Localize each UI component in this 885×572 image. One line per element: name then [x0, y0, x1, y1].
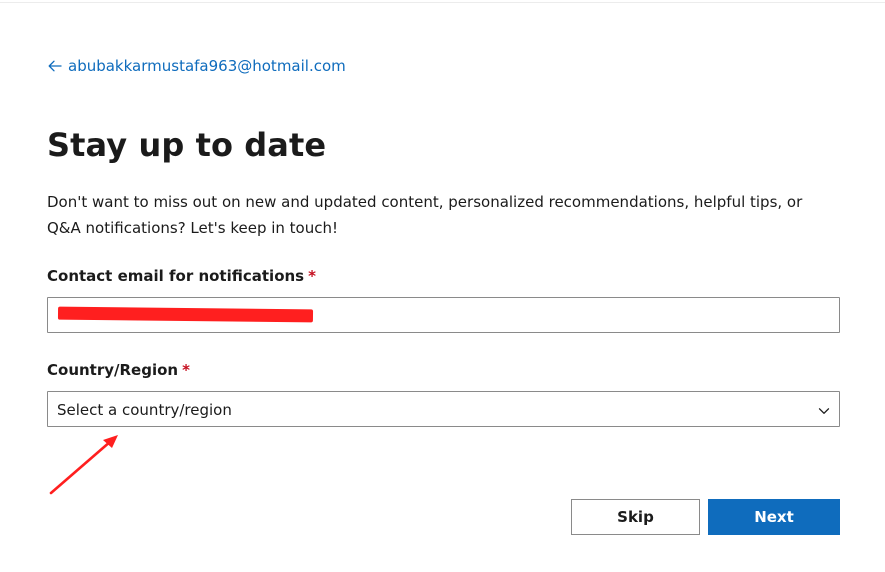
annotation-arrow — [45, 430, 125, 504]
account-email: abubakkarmustafa963@hotmail.com — [68, 57, 346, 75]
skip-button[interactable]: Skip — [571, 499, 700, 535]
country-select-value: Select a country/region — [57, 401, 232, 419]
page-title: Stay up to date — [47, 126, 327, 164]
intro-text: Don't want to miss out on new and update… — [47, 193, 803, 237]
contact-email-input[interactable] — [47, 297, 840, 333]
required-mark: * — [308, 267, 316, 285]
email-field-label: Contact email for notifications * — [47, 267, 316, 285]
redaction-mark — [57, 306, 314, 323]
back-link[interactable]: abubakkarmustafa963@hotmail.com — [47, 57, 346, 75]
arrow-left-icon — [47, 58, 63, 74]
next-button[interactable]: Next — [708, 499, 840, 535]
top-divider — [0, 2, 885, 3]
country-region-select[interactable]: Select a country/region — [47, 391, 840, 427]
chevron-down-icon — [817, 403, 831, 422]
email-label-text: Contact email for notifications — [47, 267, 305, 285]
country-field-label: Country/Region * — [47, 361, 190, 379]
required-mark: * — [182, 361, 190, 379]
country-label-text: Country/Region — [47, 361, 179, 379]
